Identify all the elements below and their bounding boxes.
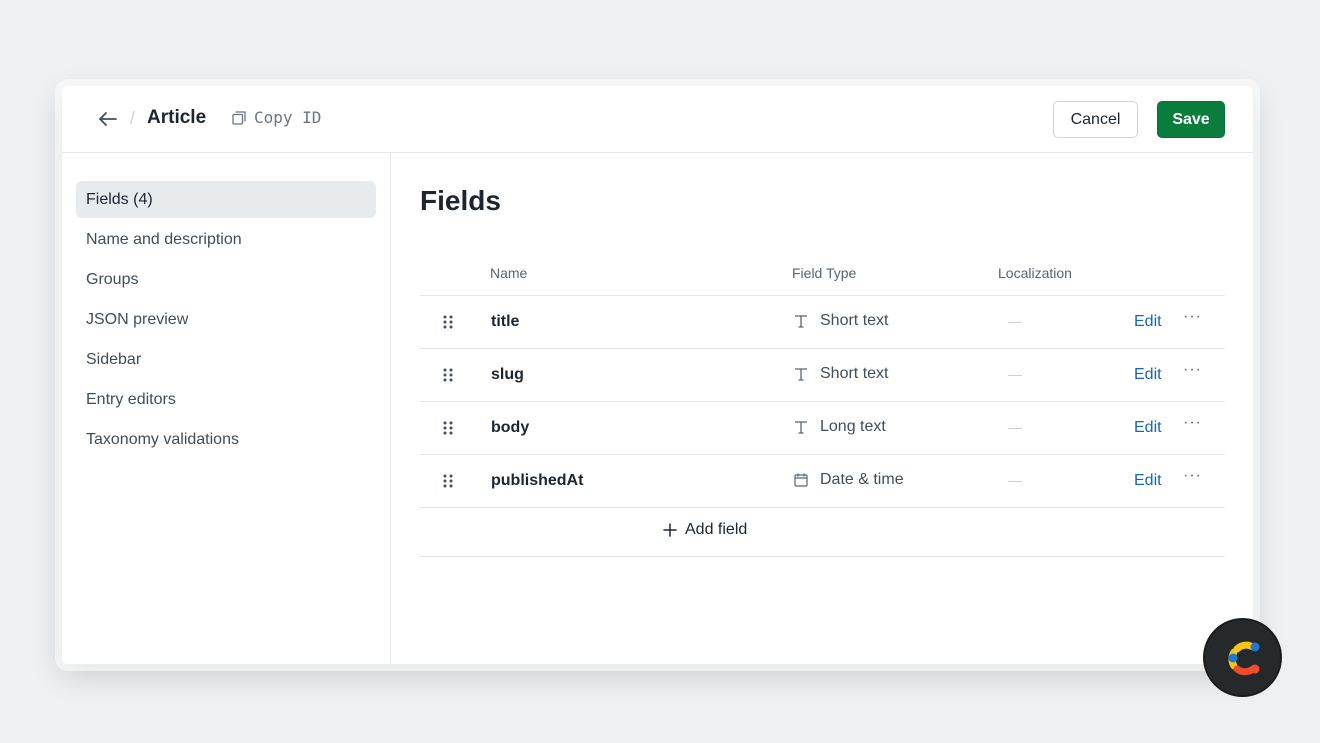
text-icon	[792, 365, 810, 383]
field-type: Long text	[792, 418, 886, 436]
sidebar-item-name-and-description[interactable]: Name and description	[76, 221, 376, 258]
back-button[interactable]	[96, 107, 120, 131]
localization-disabled-dash	[1008, 322, 1022, 323]
sidebar-item-groups[interactable]: Groups	[76, 261, 376, 298]
localization-disabled-dash	[1008, 481, 1022, 482]
contentful-logo-badge	[1205, 620, 1280, 695]
more-options-button[interactable]: ···	[1183, 414, 1202, 432]
cancel-button[interactable]: Cancel	[1053, 101, 1138, 138]
edit-field-link[interactable]: Edit	[1134, 419, 1162, 437]
save-button[interactable]: Save	[1157, 101, 1225, 138]
field-name: slug	[491, 366, 524, 383]
edit-field-link[interactable]: Edit	[1134, 472, 1162, 490]
text-icon	[792, 418, 810, 436]
drag-handle-icon[interactable]	[442, 367, 454, 383]
breadcrumb-separator: /	[130, 108, 136, 128]
column-header-field-type: Field Type	[792, 265, 857, 281]
sidebar-item-fields[interactable]: Fields (4)	[76, 181, 376, 218]
field-type-label: Short text	[820, 312, 889, 329]
content-type-editor-window: / Article Copy ID Cancel Save Fields (4)…	[62, 86, 1253, 664]
table-row: title Short text Edit ···	[420, 296, 1225, 349]
calendar-icon	[792, 471, 810, 489]
column-header-localization: Localization	[998, 265, 1072, 281]
copy-icon	[232, 110, 246, 125]
add-field-label: Add field	[685, 521, 748, 538]
copy-id-label: Copy ID	[254, 108, 322, 127]
field-type: Short text	[792, 312, 888, 330]
field-type-label: Date & time	[820, 471, 904, 488]
drag-handle-icon[interactable]	[442, 420, 454, 436]
field-type-label: Short text	[820, 365, 889, 382]
table-header: Name Field Type Localization	[420, 253, 1225, 296]
sidebar-item-sidebar[interactable]: Sidebar	[76, 341, 376, 378]
more-options-button[interactable]: ···	[1183, 308, 1202, 326]
section-heading: Fields	[420, 185, 501, 216]
field-name: title	[491, 313, 520, 330]
more-options-button[interactable]: ···	[1183, 361, 1202, 379]
table-row: slug Short text Edit ···	[420, 349, 1225, 402]
fields-table: Name Field Type Localization title Short…	[420, 253, 1225, 557]
more-options-button[interactable]: ···	[1183, 467, 1202, 485]
field-type-label: Long text	[820, 418, 886, 435]
add-field-button[interactable]: Add field	[663, 521, 747, 539]
text-icon	[792, 312, 810, 330]
table-row: body Long text Edit ···	[420, 402, 1225, 455]
main-panel: Fields Name Field Type Localization titl…	[392, 153, 1253, 664]
plus-icon	[663, 523, 677, 537]
page-title: Article	[147, 107, 207, 128]
edit-field-link[interactable]: Edit	[1134, 313, 1162, 331]
copy-id-button[interactable]: Copy ID	[232, 108, 321, 127]
localization-disabled-dash	[1008, 375, 1022, 376]
field-name: body	[491, 419, 530, 436]
field-name: publishedAt	[491, 472, 584, 489]
arrow-left-icon	[99, 112, 117, 126]
localization-disabled-dash	[1008, 428, 1022, 429]
settings-sidebar: Fields (4) Name and description Groups J…	[62, 153, 391, 664]
sidebar-item-json-preview[interactable]: JSON preview	[76, 301, 376, 338]
edit-field-link[interactable]: Edit	[1134, 366, 1162, 384]
sidebar-item-taxonomy-validations[interactable]: Taxonomy validations	[76, 421, 376, 458]
drag-handle-icon[interactable]	[442, 473, 454, 489]
drag-handle-icon[interactable]	[442, 314, 454, 330]
add-field-row: Add field	[420, 508, 1225, 557]
contentful-logo-icon	[1228, 641, 1259, 675]
sidebar-item-entry-editors[interactable]: Entry editors	[76, 381, 376, 418]
table-row: publishedAt Date & time Edit ···	[420, 455, 1225, 508]
field-type: Short text	[792, 365, 888, 383]
column-header-name: Name	[490, 265, 528, 281]
header-bar: / Article Copy ID Cancel Save	[62, 86, 1253, 153]
field-type: Date & time	[792, 471, 904, 489]
